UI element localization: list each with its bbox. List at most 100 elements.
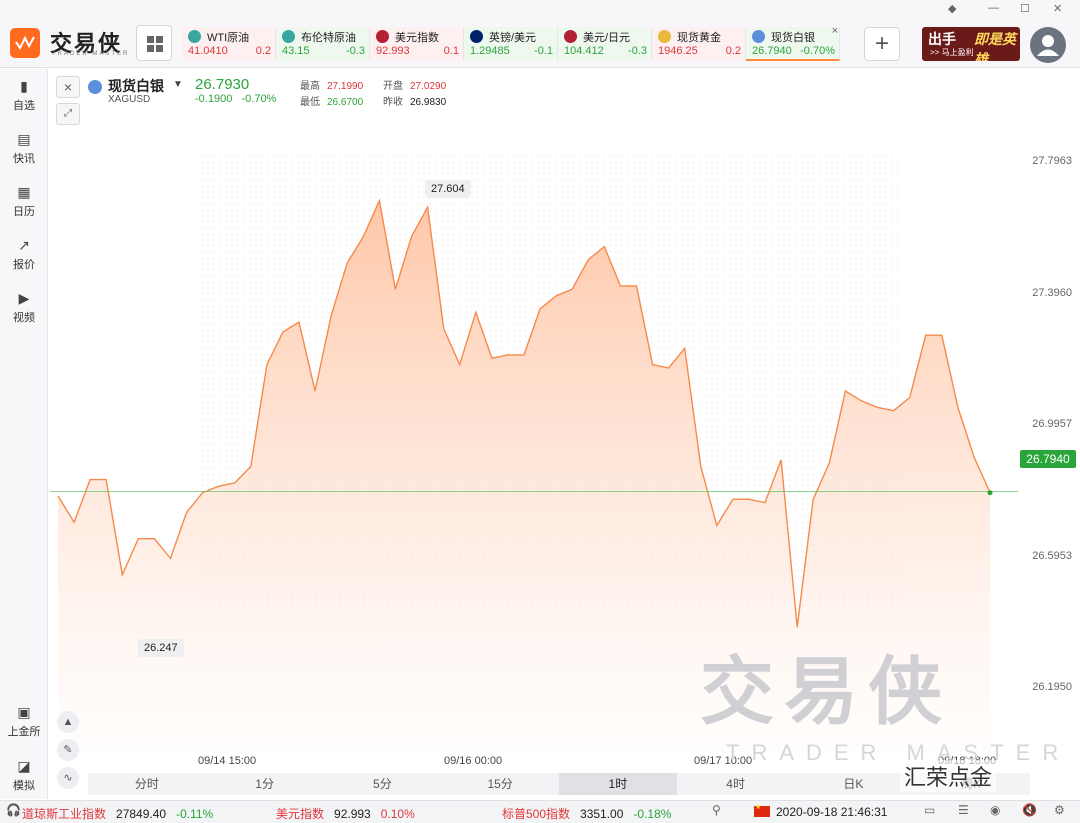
chevron-down-icon[interactable]: ▼: [173, 79, 183, 90]
ticker-tabs: WTI原油 41.0410 0.2 布伦特原油 43.15 -0.3 美元指数 92.993 0…: [182, 25, 840, 61]
promo-line2: 即是英雄: [974, 31, 1016, 61]
instrument-icon: [564, 30, 577, 43]
ticker-name: WTI原油: [188, 29, 275, 44]
low-price-callout: 26.247: [138, 639, 184, 657]
maximize-icon[interactable]: ☐: [1020, 2, 1030, 15]
ticker-tab[interactable]: 英镑/美元 1.29485 -0.1: [464, 27, 558, 61]
ticker-change: 0.2: [725, 45, 741, 57]
sidebar-item[interactable]: ▣ 上金所: [0, 705, 48, 739]
silver-icon: [88, 80, 102, 94]
index-quote[interactable]: 标普500指数 3351.00 -0.18%: [502, 805, 671, 822]
minimize-icon[interactable]: —: [988, 2, 999, 14]
link-icon[interactable]: ⚲: [712, 803, 721, 817]
stat-key: 最低: [300, 97, 320, 108]
promo-banner[interactable]: 出手 即是英雄 >> 马上盈利: [922, 27, 1020, 61]
ticker-price: 1.29485: [470, 45, 510, 57]
calendar-icon: ▦: [17, 184, 31, 200]
ticker-change: -0.1: [534, 45, 553, 57]
user-icon: [1037, 35, 1059, 56]
sidebar-item-label: 视频: [13, 312, 35, 324]
period-tab[interactable]: 4时: [677, 773, 795, 795]
mute-icon[interactable]: 🔇: [1022, 803, 1037, 817]
instrument-icon: [188, 30, 201, 43]
sidebar-item[interactable]: ▮ 自选: [0, 79, 48, 113]
camera-icon[interactable]: ◉: [990, 803, 1000, 817]
period-selector: 分时1分5分15分1时4时日K周K: [88, 773, 1030, 795]
window-close-icon[interactable]: ✕: [1053, 2, 1062, 15]
symbol-name[interactable]: 现货白银: [108, 76, 164, 96]
sidebar-item-label: 日历: [13, 206, 35, 218]
period-tab[interactable]: 日K: [795, 773, 913, 795]
change-value: -0.1900: [195, 93, 233, 105]
mountain-chart-icon[interactable]: ▲: [57, 711, 79, 733]
ticker-values: 41.0410 0.2: [188, 45, 275, 57]
grid-menu-button[interactable]: [136, 25, 172, 61]
ticker-values: 104.412 -0.3: [564, 45, 651, 57]
ticker-change: -0.70%: [800, 45, 835, 57]
symbol-code: XAGUSD: [108, 94, 151, 105]
sidebar-item[interactable]: ▶ 视频: [0, 291, 48, 325]
period-tab[interactable]: 1分: [206, 773, 324, 795]
instrument-icon: [376, 30, 389, 43]
ticker-name: 现货白银: [752, 29, 839, 44]
app-window: ◆ — ☐ ✕ 交易侠 TRADER MASTER WTI原油 41.0410 0.…: [0, 0, 1080, 823]
ticker-tab[interactable]: 布伦特原油 43.15 -0.3: [276, 27, 370, 61]
instrument-icon: [752, 30, 765, 43]
quote-chart-icon: ↗: [18, 237, 30, 253]
index-name: 美元指数: [276, 807, 325, 821]
last-price-dot: [987, 490, 993, 496]
close-chart-button[interactable]: ×: [56, 76, 80, 98]
add-ticker-button[interactable]: +: [864, 27, 900, 61]
ticker-tab[interactable]: 美元指数 92.993 0.1: [370, 27, 464, 61]
video-icon: ▶: [18, 290, 30, 306]
ticker-tab[interactable]: WTI原油 41.0410 0.2: [182, 27, 276, 61]
ticker-tab[interactable]: 美元/日元 104.412 -0.3: [558, 27, 652, 61]
bookmark-icon: ▮: [20, 78, 28, 94]
wechat-watermark: 汇荣点金: [900, 760, 997, 792]
top-header: ◆ — ☐ ✕ 交易侠 TRADER MASTER WTI原油 41.0410 0.…: [0, 0, 1080, 68]
headset-icon[interactable]: 🎧: [6, 803, 21, 817]
ticker-price: 41.0410: [188, 45, 228, 57]
period-tab[interactable]: 1时: [559, 773, 677, 795]
ticker-tab[interactable]: 现货白银 26.7940 -0.70% ×: [746, 25, 840, 61]
china-flag-icon: [754, 803, 770, 817]
sidebar-item[interactable]: ↗ 报价: [0, 238, 48, 272]
period-tab[interactable]: 5分: [324, 773, 442, 795]
x-tick-label: 09/16 00:00: [444, 755, 503, 767]
user-avatar-button[interactable]: [1030, 27, 1066, 63]
period-tab[interactable]: 分时: [88, 773, 206, 795]
ticker-price: 1946.25: [658, 45, 698, 57]
pin-icon[interactable]: ⤢: [56, 103, 80, 125]
ticker-name: 美元指数: [376, 29, 463, 44]
datetime: 2020-09-18 21:46:31: [776, 805, 888, 819]
list-icon[interactable]: ☰: [958, 803, 969, 817]
ticker-tab[interactable]: 现货黄金 1946.25 0.2: [652, 27, 746, 61]
ticker-change: -0.3: [628, 45, 647, 57]
screen-icon[interactable]: ▭: [924, 803, 935, 817]
draw-pen-icon[interactable]: ✎: [57, 739, 79, 761]
stat-value: 26.6700: [327, 97, 364, 108]
app-logo-icon: [10, 28, 40, 58]
index-quote[interactable]: 美元指数 92.993 0.10%: [276, 805, 415, 822]
ticker-name: 英镑/美元: [470, 29, 557, 44]
sidebar-item[interactable]: ▤ 快讯: [0, 132, 48, 166]
index-change: -0.18%: [633, 807, 672, 821]
period-tab[interactable]: 15分: [441, 773, 559, 795]
gear-icon[interactable]: ⚙: [1054, 803, 1065, 817]
watermark-logo: 交易侠: [700, 650, 952, 733]
index-name: 道琼斯工业指数: [22, 807, 107, 821]
sidebar-item[interactable]: ◪ 模拟: [0, 759, 48, 793]
settings-icon[interactable]: ◆: [948, 2, 956, 15]
index-change: 0.10%: [380, 807, 415, 821]
ticker-change: -0.3: [346, 45, 365, 57]
sidebar-item-label: 快讯: [13, 153, 35, 165]
ticker-price: 43.15: [282, 45, 310, 57]
index-change: -0.11%: [176, 807, 214, 821]
index-quote[interactable]: 道琼斯工业指数 27849.40 -0.11%: [22, 805, 213, 822]
simulate-icon: ◪: [17, 758, 31, 774]
y-tick-label: 27.3960: [1032, 286, 1072, 299]
symbol-price: 26.7930: [195, 76, 250, 93]
sidebar-item[interactable]: ▦ 日历: [0, 185, 48, 219]
close-icon[interactable]: ×: [832, 25, 838, 37]
indicator-icon[interactable]: ∿: [57, 767, 79, 789]
